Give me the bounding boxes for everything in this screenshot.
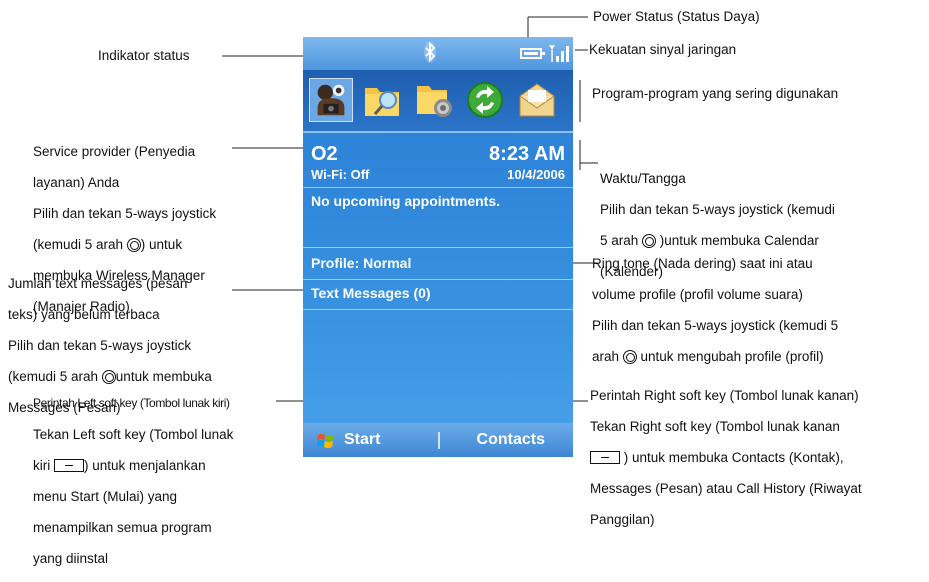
label-right-soft-key: Perintah Right soft key (Tombol lunak ka…: [590, 372, 862, 543]
soft-key-icon: [54, 458, 84, 472]
right-soft-line-1: Perintah Right soft key (Tombol lunak ka…: [590, 387, 859, 403]
left-soft-line-3: kiri ) untuk menjalankan: [33, 458, 233, 474]
divider: [303, 247, 573, 248]
signal-strength-icon: [549, 45, 569, 62]
service-provider-line-4: (kemudi 5 arah ) untuk: [33, 237, 216, 253]
right-soft-line-5: Panggilan): [590, 511, 655, 527]
label-left-soft-key: Perintah Left soft key (Tombol lunak kir…: [33, 380, 233, 582]
profile-item[interactable]: Profile: Normal: [311, 255, 411, 271]
right-soft-line-4: Messages (Pesan) atau Call History (Riwa…: [590, 480, 862, 496]
clock-time[interactable]: 8:23 AM: [489, 143, 565, 166]
wifi-status[interactable]: Wi-Fi: Off: [311, 167, 369, 182]
ring-tone-line-3: Pilih dan tekan 5-ways joystick (kemudi …: [592, 317, 839, 333]
label-power-status: Power Status (Status Daya): [593, 9, 760, 24]
text-messages-line-3: Pilih dan tekan 5-ways joystick: [8, 337, 192, 353]
ring-tone-line-1: Ring tone (Nada dering) saat ini atau: [592, 255, 813, 271]
text-messages-line-1: Jumlah text messages (pesan: [8, 275, 188, 291]
windows-flag-icon: [317, 434, 334, 448]
clock-date[interactable]: 10/4/2006: [507, 167, 565, 182]
right-soft-key-contacts[interactable]: Contacts: [477, 431, 545, 449]
text-messages-line-2: teks) yang belum terbaca: [8, 306, 160, 322]
service-provider-line-4a: (kemudi 5 arah: [33, 236, 127, 252]
ring-tone-line-4: arah untuk mengubah profile (profil): [592, 349, 838, 365]
soft-key-icon: [590, 450, 620, 464]
service-provider-line-1: Service provider (Penyedia: [33, 143, 196, 159]
left-soft-line-6: yang diinstal: [33, 550, 109, 566]
right-soft-line-3-text: ) untuk membuka Contacts (Kontak),: [623, 449, 844, 465]
time-date-line-1: Waktu/Tangga: [600, 170, 686, 186]
program-tray: [303, 70, 573, 133]
left-soft-line-2: Tekan Left soft key (Tombol lunak: [33, 426, 234, 442]
left-soft-key-start[interactable]: Start: [344, 431, 380, 449]
time-date-line-2: Pilih dan tekan 5-ways joystick (kemudi: [600, 201, 835, 217]
profile-camera-icon[interactable]: [309, 78, 353, 122]
soft-key-divider: [438, 432, 440, 449]
service-provider-line-2: layanan) Anda: [33, 174, 120, 190]
left-soft-line-5: menampilkan semua program: [33, 519, 212, 535]
right-soft-line-3: ) untuk membuka Contacts (Kontak),: [590, 450, 862, 466]
label-status-indicator: Indikator status: [98, 48, 190, 63]
label-signal-strength: Kekuatan sinyal jaringan: [589, 42, 737, 57]
bluetooth-icon: [424, 41, 436, 63]
joystick-icon: [126, 237, 141, 252]
phone-home-screen: O2 Wi-Fi: Off 8:23 AM 10/4/2006 No upcom…: [303, 37, 573, 457]
ring-tone-line-4b: untuk mengubah profile (profil): [636, 348, 824, 364]
left-soft-line-3a: kiri: [33, 457, 54, 473]
left-soft-line-1: Perintah Left soft key (Tombol lunak kir…: [33, 395, 230, 410]
soft-key-bar: Start Contacts: [303, 423, 573, 457]
carrier-name[interactable]: O2: [311, 143, 338, 166]
appointments-item[interactable]: No upcoming appointments.: [311, 193, 500, 209]
settings-folder-icon[interactable]: [413, 78, 457, 122]
status-bar: [303, 37, 573, 70]
divider: [303, 279, 573, 280]
label-frequent-programs: Program-program yang sering digunakan: [592, 86, 839, 101]
messaging-envelope-icon[interactable]: [515, 78, 559, 122]
battery-icon: [520, 48, 545, 59]
text-messages-item[interactable]: Text Messages (0): [311, 285, 431, 301]
sync-icon[interactable]: [463, 78, 507, 122]
label-ring-tone: Ring tone (Nada dering) saat ini atau vo…: [592, 240, 838, 380]
search-folder-icon[interactable]: [361, 78, 405, 122]
service-provider-line-4b: ) untuk: [140, 236, 183, 252]
ring-tone-line-4a: arah: [592, 348, 623, 364]
divider: [303, 309, 573, 310]
left-soft-line-4: menu Start (Mulai) yang: [33, 488, 178, 504]
ring-tone-line-2: volume profile (profil volume suara): [592, 286, 803, 302]
joystick-icon: [622, 349, 637, 364]
right-soft-line-2: Tekan Right soft key (Tombol lunak kanan: [590, 418, 840, 434]
left-soft-line-3b: ) untuk menjalankan: [84, 457, 206, 473]
divider: [303, 187, 573, 188]
service-provider-line-3: Pilih dan tekan 5-ways joystick: [33, 205, 217, 221]
